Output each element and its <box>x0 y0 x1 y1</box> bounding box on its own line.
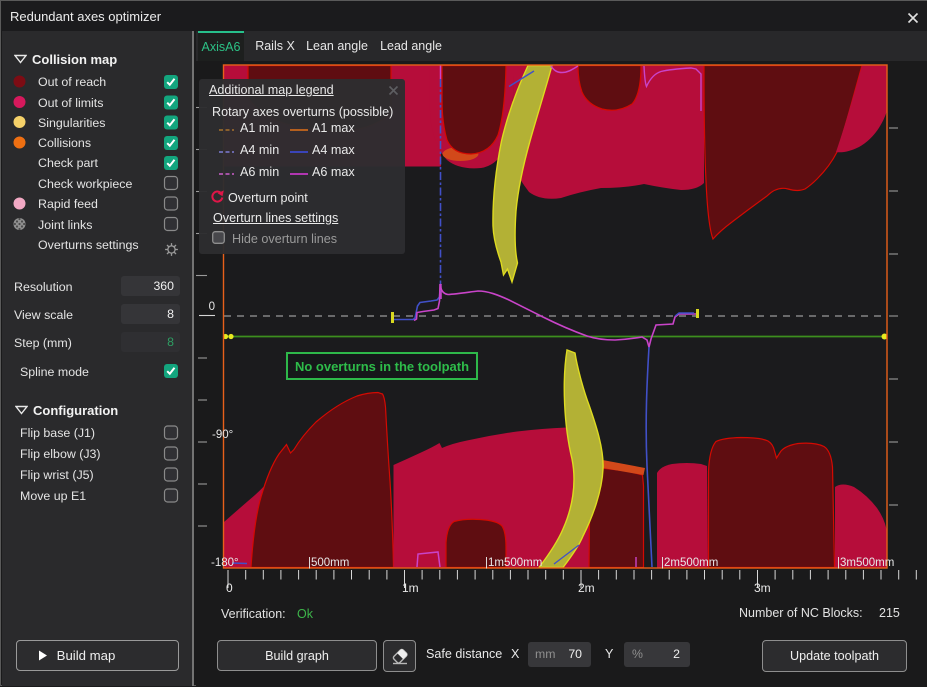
svg-text:|3m500mm: |3m500mm <box>837 557 894 569</box>
svg-text:0: 0 <box>209 301 215 313</box>
svg-text:|2m500mm: |2m500mm <box>661 557 718 569</box>
svg-text:-180°: -180° <box>211 557 239 569</box>
svg-text:0: 0 <box>226 581 233 595</box>
svg-text:3m: 3m <box>754 581 771 595</box>
svg-text:|1m500mm: |1m500mm <box>485 557 542 569</box>
svg-text:|500mm: |500mm <box>308 557 349 569</box>
svg-text:2m: 2m <box>578 581 595 595</box>
svg-text:1m: 1m <box>402 581 419 595</box>
svg-text:-90°: -90° <box>212 429 233 441</box>
